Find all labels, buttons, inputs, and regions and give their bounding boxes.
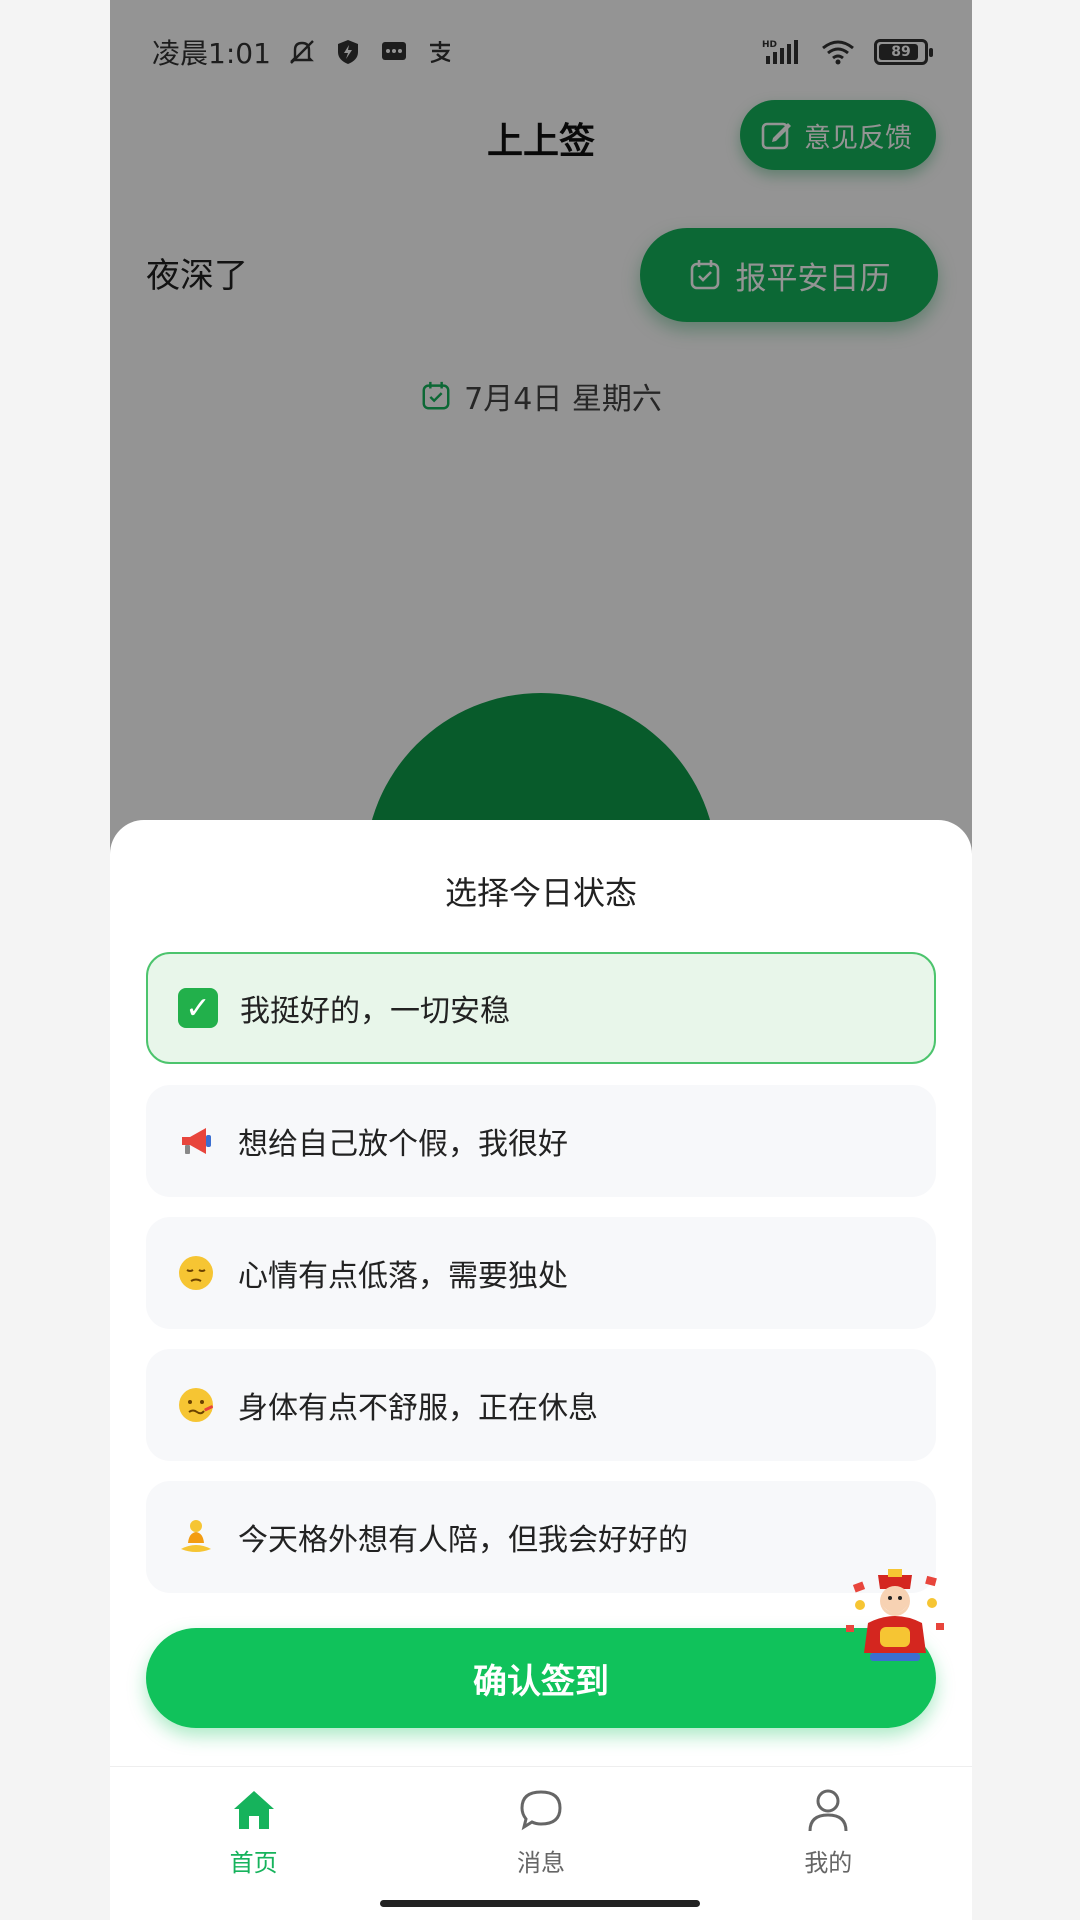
status-option[interactable]: 想给自己放个假，我很好 — [146, 1085, 936, 1197]
home-icon — [233, 1791, 274, 1829]
status-option-label: 想给自己放个假，我很好 — [238, 1127, 568, 1162]
status-option-label: 今天格外想有人陪，但我会好好的 — [238, 1523, 688, 1558]
megaphone-icon — [182, 1128, 211, 1154]
tab-home[interactable]: 首页 — [110, 1767, 397, 1920]
status-option[interactable]: 身体有点不舒服，正在休息 — [146, 1349, 936, 1461]
status-option-label: 身体有点不舒服，正在休息 — [238, 1391, 598, 1426]
status-option-label: 我挺好的，一切安稳 — [240, 994, 510, 1029]
sheet-title: 选择今日状态 — [444, 874, 637, 912]
tab-messages[interactable]: 消息 — [397, 1767, 684, 1920]
sick-face-icon — [179, 1388, 214, 1422]
chat-icon — [520, 1790, 562, 1831]
meditating-person-icon — [181, 1520, 211, 1552]
tab-label: 首页 — [229, 1849, 278, 1877]
home-indicator — [380, 1900, 700, 1907]
check-mark-icon: ✓ — [178, 988, 218, 1028]
tab-label: 我的 — [804, 1849, 853, 1877]
status-option[interactable]: ✓ 我挺好的，一切安稳 — [146, 952, 936, 1064]
tab-label: 消息 — [516, 1849, 565, 1877]
bottom-tab-bar: 首页 消息 我的 — [110, 1766, 972, 1920]
profile-icon — [808, 1789, 848, 1832]
god-of-wealth-mascot[interactable] — [840, 1565, 950, 1665]
pensive-face-icon — [179, 1256, 213, 1290]
status-option[interactable]: 心情有点低落，需要独处 — [146, 1217, 936, 1329]
confirm-check-in-button[interactable]: 确认签到 — [146, 1628, 936, 1728]
phone-screen: 凌晨1:01 HD 89 上上签 意见反馈 夜深了 报平安日历 7月4日 星期六… — [110, 0, 972, 1920]
tab-profile[interactable]: 我的 — [685, 1767, 972, 1920]
status-bottom-sheet: 选择今日状态 ✓ 我挺好的，一切安稳 想给自己放个假，我很好 心情有点低落，需要… — [110, 820, 972, 1920]
status-option-label: 心情有点低落，需要独处 — [238, 1259, 568, 1294]
status-option[interactable]: 今天格外想有人陪，但我会好好的 — [146, 1481, 936, 1593]
